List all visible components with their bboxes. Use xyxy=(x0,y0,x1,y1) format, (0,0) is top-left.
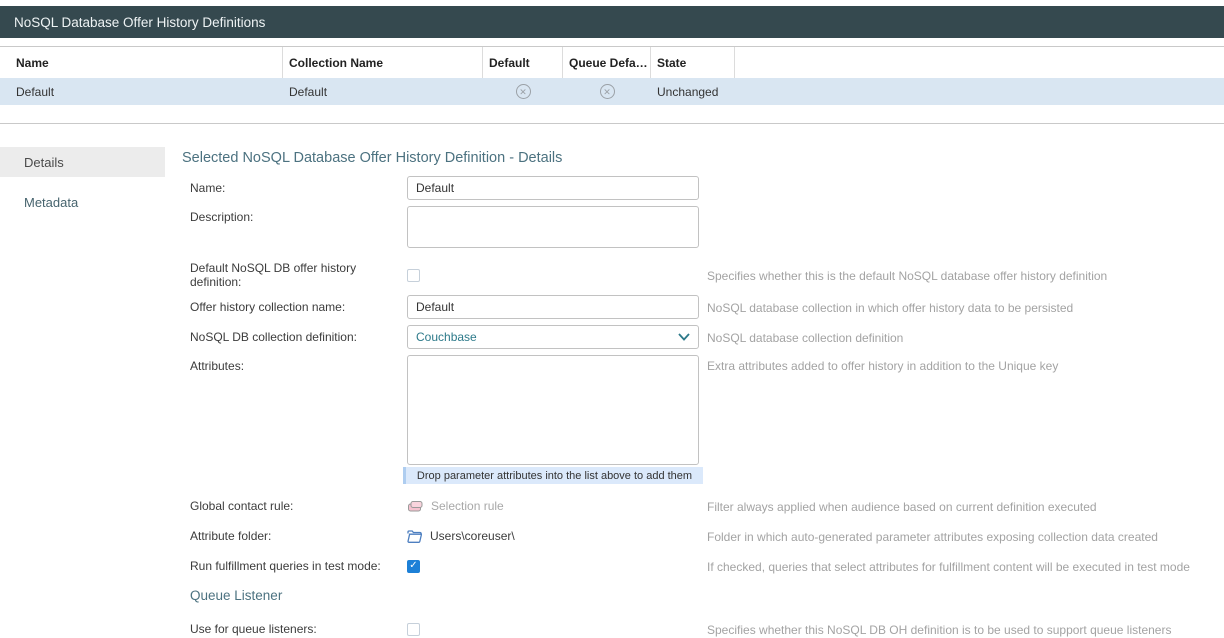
default-definition-checkbox[interactable]: ✓ xyxy=(407,269,420,282)
sidebar: Details Metadata xyxy=(0,135,165,638)
field-row-name: Name: xyxy=(190,176,1224,200)
name-input[interactable] xyxy=(407,176,699,200)
name-label: Name: xyxy=(190,181,407,195)
column-header-collection-name[interactable]: Collection Name xyxy=(283,47,483,78)
description-input[interactable] xyxy=(407,206,699,248)
field-row-description: Description: xyxy=(190,206,1224,253)
content-region: Details Metadata Selected NoSQL Database… xyxy=(0,135,1224,638)
page-title-bar: NoSQL Database Offer History Definitions xyxy=(0,6,1224,38)
row-cell-name: Default xyxy=(0,78,283,105)
attributes-label: Attributes: xyxy=(190,355,407,373)
details-panel-title: Selected NoSQL Database Offer History De… xyxy=(182,150,1224,166)
collection-name-label: Offer history collection name: xyxy=(190,300,407,314)
collection-definition-value: Couchbase xyxy=(416,330,477,344)
field-row-global-contact-rule: Global contact rule: Selection rule Filt… xyxy=(190,494,1224,518)
folder-icon xyxy=(407,530,422,543)
selection-rule-icon xyxy=(407,500,423,513)
attribute-folder-label: Attribute folder: xyxy=(190,529,407,543)
default-definition-label: Default NoSQL DB offer history definitio… xyxy=(190,261,407,289)
definitions-table: Name Collection Name Default Queue Defa…… xyxy=(0,46,1224,124)
global-contact-rule-label: Global contact rule: xyxy=(190,499,407,513)
global-contact-rule-picker[interactable]: Selection rule xyxy=(407,499,707,513)
collection-definition-select[interactable]: Couchbase xyxy=(407,325,699,349)
column-header-name[interactable]: Name xyxy=(0,47,283,78)
column-header-queue-default[interactable]: Queue Defa… xyxy=(563,47,651,78)
global-contact-rule-value: Selection rule xyxy=(431,499,504,513)
page-title: NoSQL Database Offer History Definitions xyxy=(14,15,265,30)
field-row-attribute-folder: Attribute folder: Users\coreuser\ Folder… xyxy=(190,524,1224,548)
attribute-folder-help: Folder in which auto-generated parameter… xyxy=(707,529,1158,544)
field-row-attributes: Attributes: Drop parameter attributes in… xyxy=(190,355,1224,484)
test-mode-label: Run fulfillment queries in test mode: xyxy=(190,559,407,573)
chevron-down-icon xyxy=(678,333,690,341)
table-header-row: Name Collection Name Default Queue Defa…… xyxy=(0,47,1224,78)
queue-listeners-checkbox[interactable]: ✓ xyxy=(407,623,420,636)
tab-metadata[interactable]: Metadata xyxy=(0,187,165,217)
field-row-collection-definition: NoSQL DB collection definition: Couchbas… xyxy=(190,325,1224,349)
attribute-folder-picker[interactable]: Users\coreuser\ xyxy=(407,529,707,543)
column-header-default[interactable]: Default xyxy=(483,47,563,78)
tab-details[interactable]: Details xyxy=(0,147,165,177)
test-mode-help: If checked, queries that select attribut… xyxy=(707,559,1190,574)
field-row-queue-listeners: Use for queue listeners: ✓ Specifies whe… xyxy=(190,617,1224,638)
global-contact-rule-help: Filter always applied when audience base… xyxy=(707,499,1097,514)
description-label: Description: xyxy=(190,206,407,224)
test-mode-checkbox[interactable]: ✓ xyxy=(407,560,420,573)
attributes-help: Extra attributes added to offer history … xyxy=(707,355,1058,373)
collection-definition-label: NoSQL DB collection definition: xyxy=(190,330,407,344)
field-row-test-mode: Run fulfillment queries in test mode: ✓ … xyxy=(190,554,1224,578)
field-row-collection-name: Offer history collection name: NoSQL dat… xyxy=(190,295,1224,319)
attributes-drop-hint: Drop parameter attributes into the list … xyxy=(403,467,703,484)
collection-name-help: NoSQL database collection in which offer… xyxy=(707,300,1073,315)
row-cell-queue-default: ✕ xyxy=(563,78,651,105)
queue-listeners-help: Specifies whether this NoSQL DB OH defin… xyxy=(707,622,1171,637)
collection-definition-help: NoSQL database collection definition xyxy=(707,330,903,345)
queue-listener-section-title: Queue Listener xyxy=(190,588,1224,603)
column-header-state[interactable]: State xyxy=(651,47,735,78)
queue-listeners-label: Use for queue listeners: xyxy=(190,622,407,636)
details-panel: Selected NoSQL Database Offer History De… xyxy=(165,135,1224,638)
circle-x-icon: ✕ xyxy=(516,84,531,99)
row-cell-default: ✕ xyxy=(483,78,563,105)
attribute-folder-value: Users\coreuser\ xyxy=(430,529,515,543)
table-empty-row xyxy=(0,105,1224,123)
row-cell-state: Unchanged xyxy=(651,78,735,105)
column-header-filler xyxy=(735,47,1224,78)
default-definition-help: Specifies whether this is the default No… xyxy=(707,268,1107,283)
row-cell-collection-name: Default xyxy=(283,78,483,105)
attributes-listbox[interactable] xyxy=(407,355,699,465)
table-row[interactable]: Default Default ✕ ✕ Unchanged xyxy=(0,78,1224,105)
circle-x-icon: ✕ xyxy=(600,84,615,99)
field-row-default-definition: Default NoSQL DB offer history definitio… xyxy=(190,261,1224,289)
collection-name-input[interactable] xyxy=(407,295,699,319)
